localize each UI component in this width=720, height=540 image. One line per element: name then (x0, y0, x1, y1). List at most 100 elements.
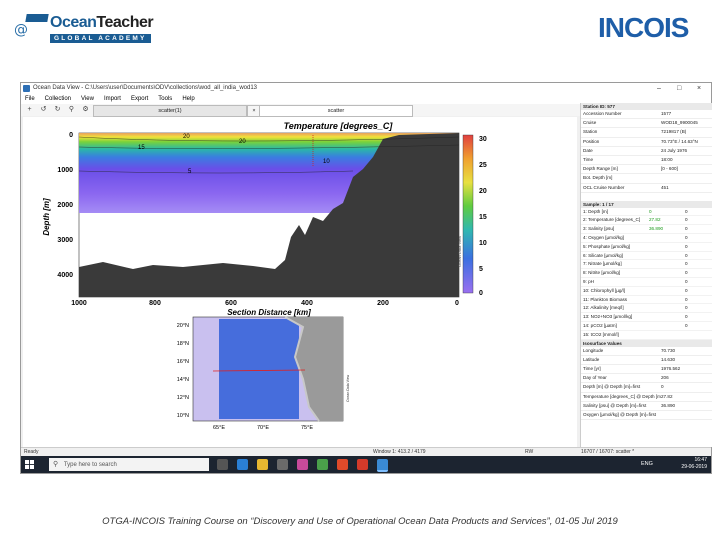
table-row[interactable]: 15: tCO2 [mmol/l] (581, 331, 712, 340)
section-xlabel: Section Distance [km] (227, 308, 311, 317)
settings-icon[interactable]: ⚙ (81, 105, 90, 114)
station-header: Station ID: 577 (581, 103, 712, 110)
table-row[interactable]: Oxygen [µmol/kg] @ Depth [m]=first (581, 411, 712, 421)
info-panel: Station ID: 577 Accession Number 1577 Cru… (580, 103, 712, 447)
undo-icon[interactable]: ↺ (39, 105, 48, 114)
language-indicator[interactable]: ENG (641, 461, 653, 467)
table-row[interactable]: Time [yr] 1976.562 (581, 365, 712, 375)
plots-svg[interactable]: 20 15 20 10 5 Temperature [degrees_C] De… (23, 117, 577, 447)
odv-taskbar-icon[interactable] (377, 459, 388, 472)
contour-label: 20 (183, 134, 190, 140)
menu-help[interactable]: Help (182, 96, 194, 102)
minimize-button[interactable]: – (657, 83, 661, 94)
table-row[interactable]: Longitude 70.730 (581, 347, 712, 356)
slide-footer: OTGA-INCOIS Training Course on “Discover… (102, 516, 618, 527)
x-tick: 200 (377, 300, 389, 307)
task-view-icon[interactable] (217, 459, 228, 470)
edge-icon[interactable] (237, 459, 248, 470)
table-row[interactable]: Position 70.73°E / 14.63°N (581, 138, 712, 147)
table-row[interactable]: 10: Chlorophyll [µg/l] 0 (581, 287, 712, 296)
graduation-cap-icon (25, 14, 49, 22)
table-row[interactable]: 12: Alkalinity [meq/l] 0 (581, 304, 712, 314)
status-window: Window 1: 413.2 / 4179 (373, 449, 426, 455)
app-icon[interactable] (317, 459, 328, 470)
table-row[interactable]: 13: NO2+NO3 [µmol/kg] 0 (581, 313, 712, 323)
table-row[interactable]: 9: pH 0 (581, 278, 712, 287)
status-mode: RW (525, 449, 534, 455)
table-row[interactable]: OCL Cruise Number 451 (581, 184, 712, 193)
y-tick: 3000 (57, 237, 73, 244)
section-plot[interactable]: 20 15 20 10 5 Temperature [degrees_C] De… (42, 121, 460, 317)
table-row[interactable]: 4: Oxygen [µmol/kg] 0 (581, 234, 712, 243)
y-tick: 0 (69, 132, 73, 139)
lat-tick: 18°N (177, 341, 189, 347)
pdf-icon[interactable] (357, 459, 368, 470)
windows-start-icon[interactable] (25, 460, 34, 469)
status-record: 16707 / 16707: scatter * (581, 449, 635, 455)
table-row[interactable]: Salinity [psu] @ Depth [m]=first 36.890 (581, 402, 712, 411)
table-row[interactable]: 2: Temperature [degrees_C] 27.82 0 (581, 216, 712, 226)
table-row[interactable]: 6: Silicate [µmol/kg] 0 (581, 252, 712, 261)
x-tick: 400 (301, 300, 313, 307)
paint-icon[interactable] (297, 459, 308, 470)
incois-logo: INCOIS (598, 8, 710, 48)
clock[interactable]: 16:47 29-06-2019 (681, 457, 707, 471)
lon-tick: 65°E (213, 425, 225, 431)
plot-canvas[interactable]: 20 15 20 10 5 Temperature [degrees_C] De… (23, 117, 577, 447)
menu-collection[interactable]: Collection (45, 96, 71, 102)
table-row[interactable]: 11: Plankton Biomass 0 (581, 296, 712, 305)
table-row[interactable]: Station 7219817 (B) (581, 128, 712, 138)
table-row[interactable]: Day of Year 206 (581, 374, 712, 384)
colorbar: 30 25 20 15 10 5 0 Ocean Data View (457, 134, 487, 297)
section-ylabel: Depth [m] (42, 198, 51, 236)
y-tick: 4000 (57, 272, 73, 279)
sample-header: Sample: 1 / 17 (581, 200, 712, 208)
table-row[interactable]: Depth [m] @ Depth [m]=first 0 (581, 383, 712, 393)
calculator-icon[interactable] (277, 459, 288, 470)
y-tick: 2000 (57, 202, 73, 209)
table-row[interactable]: Temperature [degrees_C] @ Depth [m]=f...… (581, 393, 712, 402)
close-button[interactable]: × (697, 83, 701, 94)
incois-wordmark: INCOIS (598, 12, 689, 43)
tab-scatter-1[interactable]: scatter(1) (93, 105, 247, 117)
tab-scatter[interactable]: scatter (259, 105, 413, 117)
menu-export[interactable]: Export (131, 96, 148, 102)
lat-tick: 14°N (177, 377, 189, 383)
table-row[interactable]: Latitude 14.630 (581, 356, 712, 366)
y-tick: 1000 (57, 167, 73, 174)
windows-taskbar: ⚲ Type here to search ENG 16:47 29-06-20… (21, 456, 711, 473)
add-icon[interactable]: + (25, 105, 34, 114)
table-row[interactable]: 8: Nitrite [µmol/kg] 0 (581, 269, 712, 279)
maximize-button[interactable]: □ (677, 83, 681, 94)
table-row[interactable]: Date 24 July 1976 (581, 147, 712, 156)
zoom-icon[interactable]: ⚲ (67, 105, 76, 114)
app-icon (23, 85, 30, 92)
x-tick: 0 (455, 300, 459, 307)
station-map[interactable]: 20°N 18°N 16°N 14°N 12°N 10°N 65°E 70°E … (177, 316, 350, 431)
table-row[interactable]: 14: pCO2 [µatm] 0 (581, 322, 712, 331)
taskbar-search-input[interactable]: ⚲ Type here to search (49, 458, 209, 471)
menu-view[interactable]: View (81, 96, 94, 102)
table-row[interactable]: Accession Number 1577 (581, 110, 712, 120)
redo-icon[interactable]: ↻ (53, 105, 62, 114)
table-row[interactable]: Time 18:00 (581, 156, 712, 166)
table-row[interactable]: Depth Range [m] [0 - 600] (581, 165, 712, 175)
station-density (219, 319, 299, 419)
file-explorer-icon[interactable] (257, 459, 268, 470)
sample-table: 1: Depth [m] 0 0 2: Temperature [degrees_C… (581, 208, 712, 340)
menu-import[interactable]: Import (104, 96, 121, 102)
chrome-icon[interactable] (337, 459, 348, 470)
table-row[interactable]: 3: Salinity [psu] 36.890 0 (581, 225, 712, 235)
table-row[interactable]: 7: Nitrate [µmol/kg] 0 (581, 260, 712, 270)
colorbar-tick: 20 (479, 188, 487, 195)
menu-tools[interactable]: Tools (158, 96, 172, 102)
table-row[interactable]: Cruise WOD18_9900045 (581, 119, 712, 129)
colorbar-caption: Ocean Data View (457, 236, 462, 267)
map-caption: Ocean Data View (346, 374, 350, 402)
table-row[interactable]: Bot. Depth [m] (581, 174, 712, 184)
menu-file[interactable]: File (25, 96, 35, 102)
table-row[interactable]: 1: Depth [m] 0 0 (581, 208, 712, 217)
table-row[interactable]: 5: Phosphate [µmol/kg] 0 (581, 243, 712, 252)
lon-tick: 70°E (257, 425, 269, 431)
odv-window: Ocean Data View - C:\Users\user\Document… (20, 82, 712, 474)
